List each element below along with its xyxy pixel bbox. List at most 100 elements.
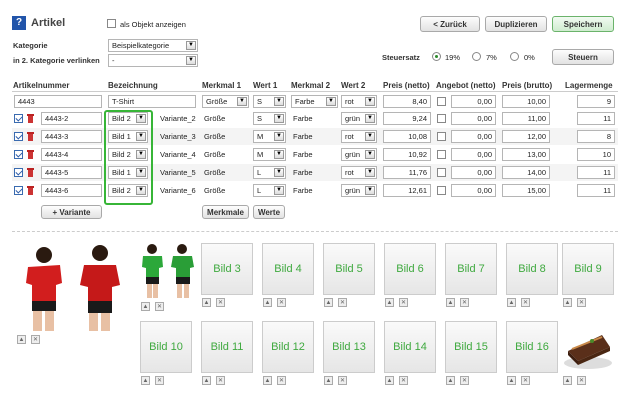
trash-icon[interactable]: [27, 150, 34, 159]
variant-value2-select[interactable]: grün ▼: [341, 112, 377, 125]
stock-input[interactable]: 9: [577, 95, 615, 108]
image-tile[interactable]: Bild 8: [506, 243, 558, 295]
product-image-green[interactable]: [140, 243, 196, 299]
trash-icon[interactable]: [27, 186, 34, 195]
move-up-icon[interactable]: ▲: [141, 376, 150, 385]
variant-offer-checkbox[interactable]: [437, 114, 446, 123]
variant-stock-input[interactable]: 11: [577, 184, 615, 197]
duplicate-button[interactable]: Duplizieren: [485, 16, 547, 32]
tax-radio-19[interactable]: [432, 52, 441, 61]
image-tile[interactable]: Bild 9: [562, 243, 614, 295]
tax-radio-7[interactable]: [472, 52, 481, 61]
variant-number-input[interactable]: 4443-4: [41, 148, 102, 161]
move-up-icon[interactable]: ▲: [507, 298, 516, 307]
variant-offer-price-input[interactable]: 0,00: [451, 112, 496, 125]
image-tile[interactable]: Bild 12: [262, 321, 314, 373]
variant-price-net-input[interactable]: 12,61: [383, 184, 431, 197]
image-tile[interactable]: Bild 13: [323, 321, 375, 373]
product-image-cake[interactable]: [562, 321, 614, 373]
tax-radio-0[interactable]: [510, 52, 519, 61]
variant-offer-checkbox[interactable]: [437, 186, 446, 195]
delete-icon[interactable]: ✕: [155, 302, 164, 311]
variant-number-input[interactable]: 4443-3: [41, 130, 102, 143]
variant-price-net-input[interactable]: 10,08: [383, 130, 431, 143]
value2-select[interactable]: rot ▼: [341, 95, 377, 108]
image-tile[interactable]: Bild 7: [445, 243, 497, 295]
delete-icon[interactable]: ✕: [216, 298, 225, 307]
variant-stock-input[interactable]: 8: [577, 130, 615, 143]
variant-offer-checkbox[interactable]: [437, 168, 446, 177]
move-up-icon[interactable]: ▲: [385, 298, 394, 307]
move-up-icon[interactable]: ▲: [563, 298, 572, 307]
feature1-select[interactable]: Größe ▼: [202, 95, 249, 108]
variant-offer-price-input[interactable]: 0,00: [451, 148, 496, 161]
variant-value1-select[interactable]: L ▼: [253, 184, 286, 197]
features-button[interactable]: Merkmale: [202, 205, 249, 219]
move-up-icon[interactable]: ▲: [324, 298, 333, 307]
delete-icon[interactable]: ✕: [155, 376, 164, 385]
move-up-icon[interactable]: ▲: [263, 298, 272, 307]
image-tile[interactable]: Bild 11: [201, 321, 253, 373]
trash-icon[interactable]: [27, 132, 34, 141]
variant-offer-price-input[interactable]: 0,00: [451, 130, 496, 143]
tax-button[interactable]: Steuern: [552, 49, 614, 65]
variant-select-checkbox[interactable]: [14, 168, 23, 177]
variant-stock-input[interactable]: 11: [577, 166, 615, 179]
delete-icon[interactable]: ✕: [577, 376, 586, 385]
move-up-icon[interactable]: ▲: [263, 376, 272, 385]
move-up-icon[interactable]: ▲: [563, 376, 572, 385]
image-tile[interactable]: Bild 4: [262, 243, 314, 295]
feature2-select[interactable]: Farbe ▼: [291, 95, 338, 108]
variant-price-gross-input[interactable]: 12,00: [502, 130, 550, 143]
variant-price-gross-input[interactable]: 11,00: [502, 112, 550, 125]
move-up-icon[interactable]: ▲: [324, 376, 333, 385]
image-tile[interactable]: Bild 14: [384, 321, 436, 373]
variant-value2-select[interactable]: rot ▼: [341, 166, 377, 179]
move-up-icon[interactable]: ▲: [202, 376, 211, 385]
image-tile[interactable]: Bild 6: [384, 243, 436, 295]
offer-checkbox[interactable]: [437, 97, 446, 106]
move-up-icon[interactable]: ▲: [17, 335, 26, 344]
variant-offer-checkbox[interactable]: [437, 132, 446, 141]
delete-icon[interactable]: ✕: [577, 298, 586, 307]
variant-value2-select[interactable]: rot ▼: [341, 130, 377, 143]
variant-value1-select[interactable]: L ▼: [253, 166, 286, 179]
variant-price-gross-input[interactable]: 14,00: [502, 166, 550, 179]
article-name-input[interactable]: T-Shirt: [108, 95, 196, 108]
variant-price-gross-input[interactable]: 13,00: [502, 148, 550, 161]
delete-icon[interactable]: ✕: [460, 376, 469, 385]
variant-number-input[interactable]: 4443-2: [41, 112, 102, 125]
variant-number-input[interactable]: 4443-5: [41, 166, 102, 179]
move-up-icon[interactable]: ▲: [446, 376, 455, 385]
article-number-input[interactable]: 4443: [14, 95, 102, 108]
trash-icon[interactable]: [27, 168, 34, 177]
variant-select-checkbox[interactable]: [14, 150, 23, 159]
values-button[interactable]: Werte: [253, 205, 285, 219]
variant-offer-price-input[interactable]: 0,00: [451, 166, 496, 179]
delete-icon[interactable]: ✕: [460, 298, 469, 307]
move-up-icon[interactable]: ▲: [141, 302, 150, 311]
move-up-icon[interactable]: ▲: [446, 298, 455, 307]
offer-price-input[interactable]: 0,00: [451, 95, 496, 108]
variant-offer-checkbox[interactable]: [437, 150, 446, 159]
price-net-input[interactable]: 8,40: [383, 95, 431, 108]
delete-icon[interactable]: ✕: [277, 298, 286, 307]
move-up-icon[interactable]: ▲: [202, 298, 211, 307]
show-as-object-checkbox[interactable]: [107, 19, 116, 28]
help-icon[interactable]: ?: [12, 16, 26, 30]
variant-price-net-input[interactable]: 10,92: [383, 148, 431, 161]
variant-price-gross-input[interactable]: 15,00: [502, 184, 550, 197]
price-gross-input[interactable]: 10,00: [502, 95, 550, 108]
delete-icon[interactable]: ✕: [521, 376, 530, 385]
image-tile[interactable]: Bild 10: [140, 321, 192, 373]
variant-value2-select[interactable]: grün ▼: [341, 148, 377, 161]
delete-icon[interactable]: ✕: [216, 376, 225, 385]
delete-icon[interactable]: ✕: [338, 298, 347, 307]
variant-stock-input[interactable]: 10: [577, 148, 615, 161]
variant-stock-input[interactable]: 11: [577, 112, 615, 125]
variant-select-checkbox[interactable]: [14, 132, 23, 141]
variant-number-input[interactable]: 4443-6: [41, 184, 102, 197]
save-button[interactable]: Speichern: [552, 16, 614, 32]
variant-price-net-input[interactable]: 9,24: [383, 112, 431, 125]
delete-icon[interactable]: ✕: [338, 376, 347, 385]
